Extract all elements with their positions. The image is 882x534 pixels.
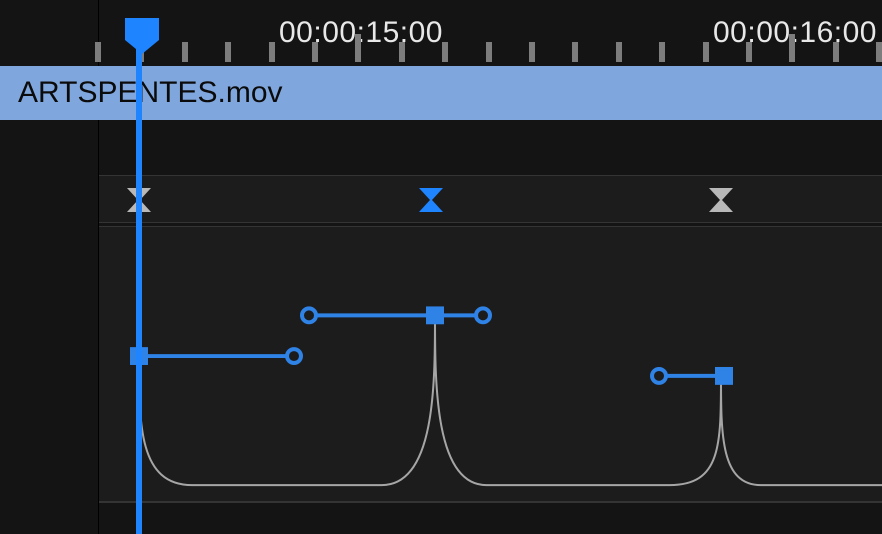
- timeline-main[interactable]: 00:00:15:00 00:00:16:00 ARTSPENTES.mov: [99, 0, 882, 534]
- ruler-tick: [703, 42, 709, 62]
- ruler-tick: [269, 42, 275, 62]
- ruler-tick: [746, 42, 752, 62]
- ruler-tick: [789, 34, 795, 62]
- clip-label-bar[interactable]: ARTSPENTES.mov: [0, 66, 882, 120]
- keyframe-marker[interactable]: [417, 186, 445, 214]
- bezier-handle-point[interactable]: [132, 349, 146, 363]
- bezier-handle-point[interactable]: [652, 369, 666, 383]
- ruler-tick: [876, 42, 882, 62]
- ruler-tick: [442, 42, 448, 62]
- keyframe-marker[interactable]: [125, 186, 153, 214]
- ruler-tick: [225, 42, 231, 62]
- clip-filename: ARTSPENTES.mov: [18, 76, 283, 109]
- ruler-tick: [486, 42, 492, 62]
- ruler-tick: [616, 42, 622, 62]
- ruler-tick: [182, 42, 188, 62]
- curve-track[interactable]: [99, 226, 882, 502]
- retime-curve[interactable]: [139, 315, 882, 485]
- bezier-handle-point[interactable]: [302, 308, 316, 322]
- time-ruler[interactable]: 00:00:15:00 00:00:16:00: [99, 0, 882, 66]
- ruler-tick: [833, 42, 839, 62]
- curve-svg[interactable]: [99, 227, 882, 501]
- ruler-tick: [95, 42, 101, 62]
- bezier-handle-point[interactable]: [476, 308, 490, 322]
- bezier-handle-point[interactable]: [717, 369, 731, 383]
- ruler-tick: [312, 42, 318, 62]
- bezier-handle-point[interactable]: [428, 308, 442, 322]
- track-spacer: [99, 502, 882, 534]
- ruler-tick: [529, 42, 535, 62]
- ruler-tick: [399, 42, 405, 62]
- ruler-tick: [355, 34, 361, 62]
- bezier-handle-point[interactable]: [287, 349, 301, 363]
- keyframe-track[interactable]: [99, 175, 882, 223]
- ruler-tick: [659, 42, 665, 62]
- track-spacer: [99, 120, 882, 170]
- ruler-tick: [572, 42, 578, 62]
- playhead-handle[interactable]: [125, 18, 159, 40]
- keyframe-marker[interactable]: [707, 186, 735, 214]
